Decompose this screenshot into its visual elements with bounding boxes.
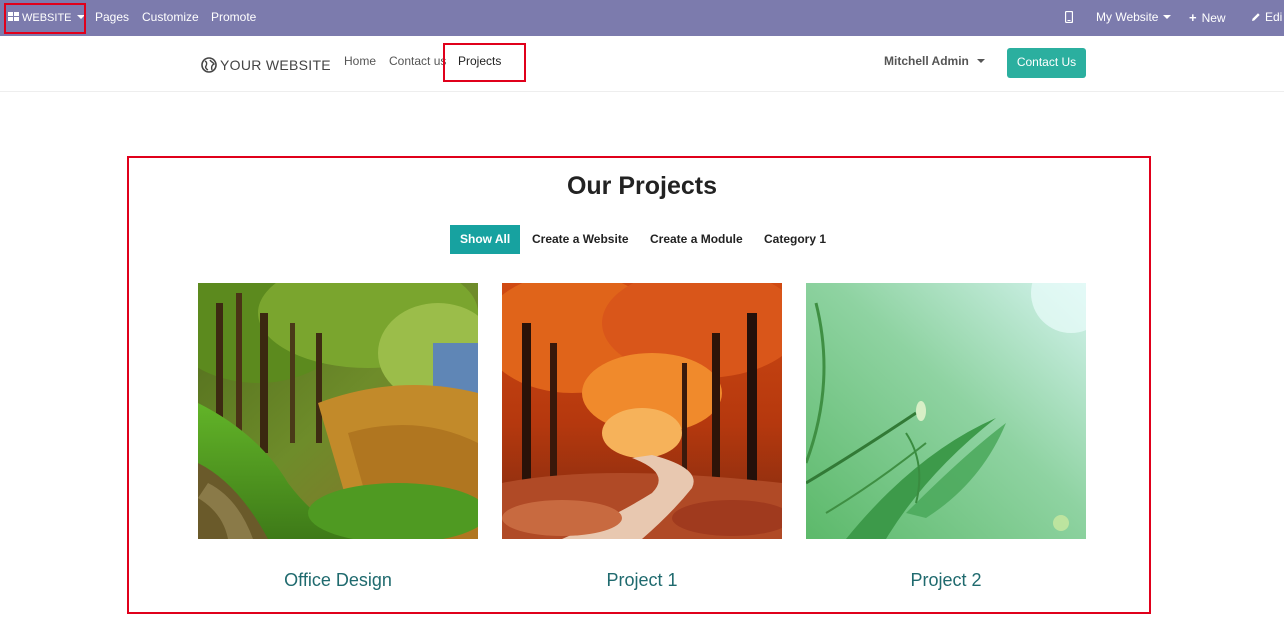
admin-bar: WEBSITE Pages Customize Promote My Websi… — [0, 0, 1284, 36]
nav-link-projects[interactable]: Projects — [458, 54, 501, 68]
green-leaves-image — [806, 283, 1086, 539]
project-image-project-1[interactable] — [502, 283, 782, 539]
website-selector-label: My Website — [1096, 10, 1159, 24]
project-image-office-design[interactable] — [198, 283, 478, 539]
filter-create-a-module[interactable]: Create a Module — [650, 225, 743, 254]
admin-menu-pages[interactable]: Pages — [95, 0, 129, 36]
section-title: Our Projects — [566, 172, 718, 200]
app-label: WEBSITE — [22, 12, 72, 24]
project-title-office-design[interactable]: Office Design — [198, 570, 478, 591]
new-button[interactable]: + New — [1189, 0, 1226, 36]
site-logo[interactable]: YOUR WEBSITE — [201, 55, 331, 75]
nav-link-home[interactable]: Home — [344, 54, 376, 68]
apps-grid-icon — [8, 11, 19, 22]
mobile-preview-button[interactable] — [1064, 0, 1074, 36]
nav-link-contact-us[interactable]: Contact us — [389, 54, 446, 68]
filter-create-a-website[interactable]: Create a Website — [532, 225, 629, 254]
filter-show-all[interactable]: Show All — [450, 225, 521, 254]
project-title-project-1[interactable]: Project 1 — [502, 570, 782, 591]
project-image-project-2[interactable] — [806, 283, 1086, 539]
contact-us-button[interactable]: Contact Us — [1007, 48, 1086, 78]
edit-button[interactable]: Edi — [1251, 0, 1282, 36]
chevron-down-icon — [976, 58, 985, 63]
website-selector[interactable]: My Website — [1096, 0, 1172, 36]
forest-image — [198, 283, 478, 539]
user-menu[interactable]: Mitchell Admin — [884, 54, 985, 68]
website-app-menu[interactable]: WEBSITE — [8, 0, 85, 36]
user-name: Mitchell Admin — [884, 54, 969, 68]
logo-text: YOUR WEBSITE — [220, 57, 331, 73]
new-label: New — [1201, 11, 1226, 25]
filter-category-1[interactable]: Category 1 — [764, 225, 826, 254]
admin-menu-promote[interactable]: Promote — [211, 0, 256, 36]
admin-menu-customize[interactable]: Customize — [142, 0, 199, 36]
autumn-forest-image — [502, 283, 782, 539]
pencil-icon — [1252, 13, 1260, 21]
chevron-down-icon — [76, 14, 85, 19]
plus-icon: + — [1189, 10, 1197, 25]
chevron-down-icon — [1163, 14, 1172, 19]
edit-label: Edi — [1265, 10, 1283, 24]
site-navbar: YOUR WEBSITE Home Contact us Projects Mi… — [0, 36, 1284, 92]
project-title-project-2[interactable]: Project 2 — [806, 570, 1086, 591]
mobile-icon — [1064, 10, 1074, 23]
globe-icon — [201, 57, 217, 73]
